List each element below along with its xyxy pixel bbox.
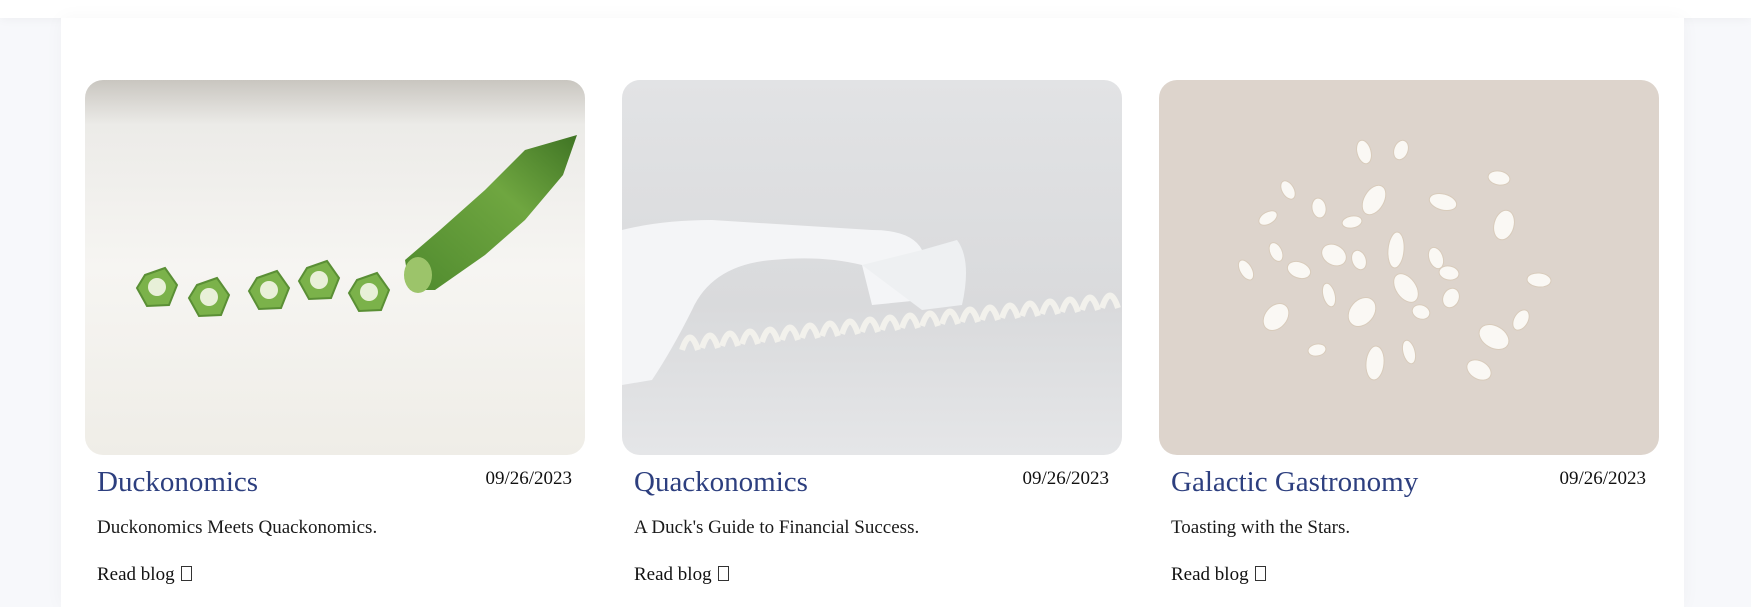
read-blog-label: Read blog: [1171, 564, 1249, 585]
blog-card[interactable]: Duckonomics 09/26/2023 Duckonomics Meets…: [85, 80, 585, 585]
read-blog-label: Read blog: [97, 564, 175, 585]
post-date: 09/26/2023: [485, 468, 572, 489]
top-bar: [0, 0, 1751, 18]
okra-image[interactable]: [85, 80, 585, 455]
post-date: 09/26/2023: [1559, 468, 1646, 489]
read-blog-label: Read blog: [634, 564, 712, 585]
arrow-icon: [717, 566, 729, 581]
blog-card[interactable]: Quackonomics 09/26/2023 A Duck's Guide t…: [622, 80, 1122, 585]
blog-list-panel: Duckonomics 09/26/2023 Duckonomics Meets…: [61, 18, 1684, 607]
post-date: 09/26/2023: [1022, 468, 1109, 489]
arrow-icon: [180, 566, 192, 581]
post-title[interactable]: Duckonomics: [97, 466, 258, 499]
blog-card[interactable]: Galactic Gastronomy 09/26/2023 Toasting …: [1159, 80, 1659, 585]
arrow-icon: [1254, 566, 1266, 581]
post-description: Duckonomics Meets Quackonomics.: [97, 517, 378, 538]
telephone-image[interactable]: [622, 80, 1122, 455]
shells-image[interactable]: [1159, 80, 1659, 455]
post-title[interactable]: Galactic Gastronomy: [1171, 466, 1418, 499]
read-blog-link[interactable]: Read blog: [1171, 564, 1266, 586]
read-blog-link[interactable]: Read blog: [634, 564, 729, 586]
read-blog-link[interactable]: Read blog: [97, 564, 192, 586]
post-description: Toasting with the Stars.: [1171, 517, 1351, 538]
post-description: A Duck's Guide to Financial Success.: [634, 517, 920, 538]
post-title[interactable]: Quackonomics: [634, 466, 808, 499]
